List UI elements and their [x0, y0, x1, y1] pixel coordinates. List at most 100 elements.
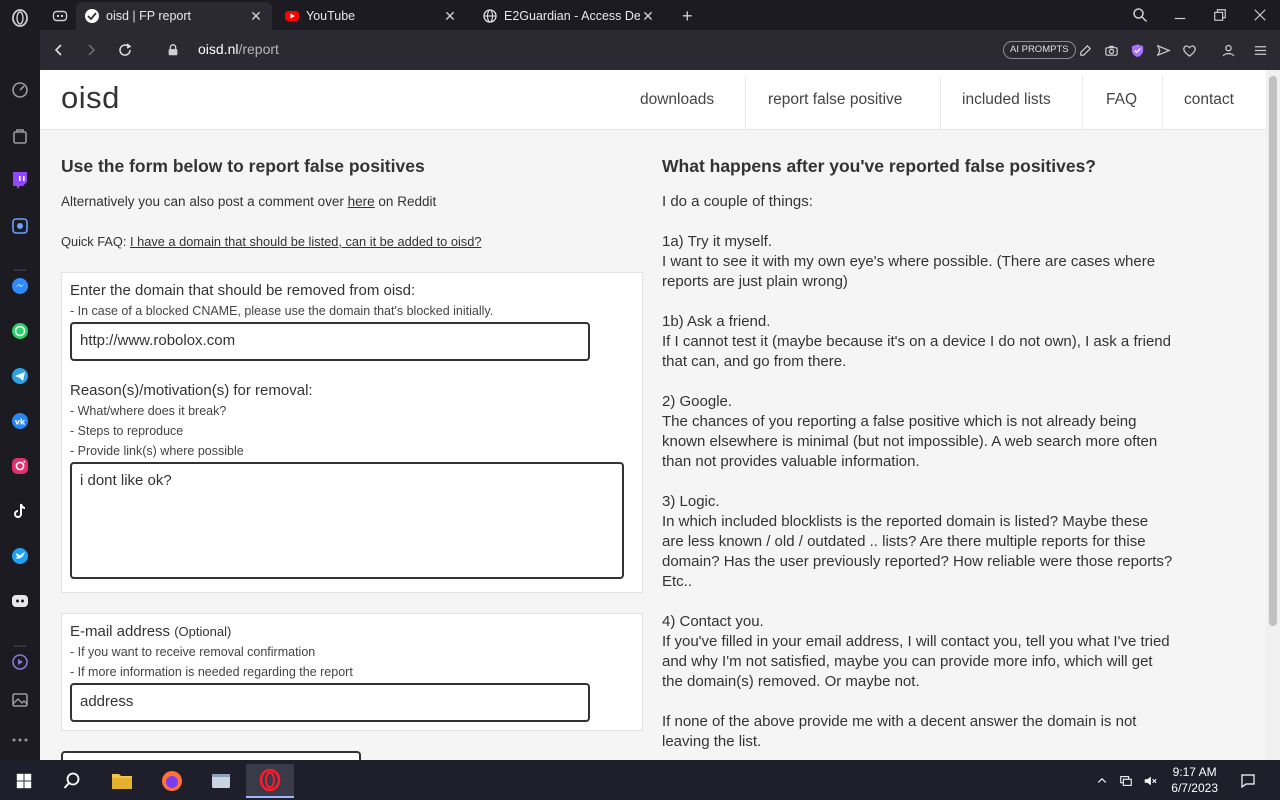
send-icon[interactable] [1153, 40, 1173, 60]
nav-included-lists[interactable]: included lists [962, 70, 1051, 130]
alt-text: Alternatively you can also post a commen… [61, 194, 348, 209]
windows-taskbar: 9:17 AM 6/7/2023 [0, 760, 1280, 800]
more-icon[interactable] [8, 728, 32, 752]
tab-youtube[interactable]: YouTube ✕ [276, 2, 466, 30]
tab-oisd-fp-report[interactable]: oisd | FP report ✕ [76, 2, 272, 30]
shopping-icon[interactable] [8, 124, 32, 148]
twitter-icon[interactable] [8, 544, 32, 568]
new-tab-button[interactable]: + [674, 2, 702, 30]
nav-divider [1082, 76, 1083, 130]
url-path: /report [238, 41, 279, 57]
close-icon[interactable]: ✕ [442, 8, 458, 24]
edit-share-icon[interactable] [1075, 40, 1095, 60]
telegram-icon[interactable] [8, 364, 32, 388]
tiktok-icon[interactable] [8, 499, 32, 523]
tab-bar: oisd | FP report ✕ YouTube ✕ E2Guardian … [40, 0, 1280, 30]
opera-menu-icon[interactable] [8, 6, 32, 30]
globe-icon [482, 8, 498, 24]
back-icon[interactable] [47, 38, 71, 62]
info-block-line: are less known / old / outdated .. lists… [662, 533, 1146, 550]
email-input[interactable]: address [70, 683, 590, 722]
close-window-icon[interactable] [1240, 0, 1280, 30]
submit-button[interactable] [61, 751, 361, 760]
info-intro: I do a couple of things: [662, 193, 813, 210]
lock-icon[interactable] [161, 38, 185, 62]
camera-icon[interactable] [1101, 40, 1121, 60]
faq-link[interactable]: I have a domain that should be listed, c… [130, 234, 481, 249]
minimize-icon[interactable] [1160, 0, 1200, 30]
windows-start-icon[interactable] [0, 764, 48, 798]
domain-input[interactable]: http://www.robolox.com [70, 322, 590, 361]
optional-tag: (Optional) [174, 624, 232, 639]
opera-taskbar-icon[interactable] [246, 764, 294, 798]
close-icon[interactable]: ✕ [640, 8, 656, 24]
url-host: oisd.nl [198, 41, 239, 57]
nav-faq[interactable]: FAQ [1106, 70, 1137, 130]
gallery-icon[interactable] [8, 688, 32, 712]
network-icon[interactable] [1114, 764, 1138, 798]
tray-chevron-icon[interactable] [1090, 764, 1114, 798]
heart-icon[interactable] [1179, 40, 1199, 60]
workspaces-button[interactable] [44, 2, 76, 30]
url-field[interactable]: oisd.nl/report [198, 41, 279, 57]
address-toolbar: oisd.nl/report AI PROMPTS [40, 30, 1280, 70]
app-window-icon[interactable] [197, 764, 245, 798]
vpn-shield-icon[interactable] [1127, 40, 1147, 60]
tab-title: E2Guardian - Access Denied [504, 9, 640, 23]
tab-e2guardian[interactable]: E2Guardian - Access Denied ✕ [474, 2, 664, 30]
reason-hint: - Provide link(s) where possible [70, 444, 244, 458]
info-block-title: 4) Contact you. [662, 613, 764, 630]
player-icon[interactable] [8, 650, 32, 674]
nav-divider [1162, 76, 1163, 130]
nav-downloads[interactable]: downloads [640, 70, 714, 130]
speed-dial-icon[interactable] [8, 78, 32, 102]
workspaces-icon [52, 8, 68, 24]
info-block-line: In which included blocklists is the repo… [662, 513, 1149, 530]
info-block-line: reports are just plain wrong) [662, 273, 848, 290]
page-scrollbar[interactable] [1266, 70, 1280, 760]
site-header: oisd downloads report false positive inc… [40, 70, 1266, 130]
site-logo[interactable]: oisd [61, 80, 120, 116]
reason-textarea[interactable]: i dont like ok? [70, 462, 624, 579]
vk-icon[interactable]: vk [8, 409, 32, 433]
taskbar-clock[interactable]: 9:17 AM 6/7/2023 [1171, 764, 1218, 796]
aria-ai-icon[interactable] [8, 214, 32, 238]
info-block-line: leaving the list. [662, 733, 762, 750]
firefox-icon[interactable] [148, 764, 196, 798]
info-block-title: If none of the above provide me with a d… [662, 713, 1137, 730]
instagram-icon[interactable] [8, 454, 32, 478]
forward-icon[interactable] [79, 38, 103, 62]
form-heading: Use the form below to report false posit… [61, 156, 425, 176]
search-tabs-icon[interactable] [1120, 0, 1160, 30]
search-icon[interactable] [48, 764, 96, 798]
restore-icon[interactable] [1200, 0, 1240, 30]
info-block-line: The chances of you reporting a false pos… [662, 413, 1137, 430]
discord-icon[interactable] [8, 589, 32, 613]
nav-report-false-positive[interactable]: report false positive [768, 70, 902, 130]
ai-prompts-button[interactable]: AI PROMPTS [1003, 41, 1076, 59]
email-label-text: E-mail address [70, 623, 171, 640]
file-explorer-icon[interactable] [98, 764, 146, 798]
reddit-alternative-text: Alternatively you can also post a commen… [61, 194, 436, 209]
email-label: E-mail address (Optional) [70, 623, 231, 640]
close-icon[interactable]: ✕ [248, 8, 264, 24]
reload-icon[interactable] [113, 38, 137, 62]
email-panel: E-mail address (Optional) - If you want … [61, 613, 643, 731]
faq-prefix: Quick FAQ: [61, 234, 130, 249]
youtube-icon [284, 8, 300, 24]
volume-muted-icon[interactable] [1138, 764, 1162, 798]
account-icon[interactable] [1218, 40, 1238, 60]
domain-hint: - In case of a blocked CNAME, please use… [70, 304, 494, 318]
easy-setup-menu-icon[interactable] [1250, 40, 1270, 60]
messenger-icon[interactable] [8, 274, 32, 298]
email-hint: - If more information is needed regardin… [70, 665, 353, 679]
reason-hint: - Steps to reproduce [70, 424, 184, 438]
notifications-icon[interactable] [1228, 764, 1268, 798]
info-block-line: known elsewhere is minimal (but not impo… [662, 433, 1158, 450]
twitch-icon[interactable] [8, 168, 32, 192]
whatsapp-icon[interactable] [8, 319, 32, 343]
reason-label: Reason(s)/motivation(s) for removal: [70, 382, 313, 399]
scroll-thumb[interactable] [1269, 76, 1277, 626]
nav-contact[interactable]: contact [1184, 70, 1234, 130]
reddit-link[interactable]: here [348, 194, 375, 209]
